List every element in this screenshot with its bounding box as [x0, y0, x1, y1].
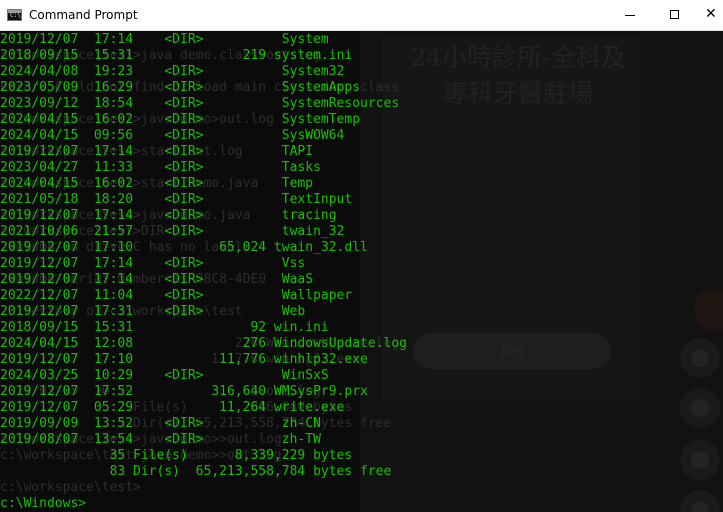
directory-entry: 2019/12/07 17:14 <DIR> tracing: [0, 208, 337, 223]
directory-entry: 2018/09/15 15:31 219 system.ini: [0, 48, 353, 63]
directory-entry: 2021/05/18 18:20 <DIR> TextInput: [0, 192, 353, 207]
directory-entry: 2019/09/09 13:52 <DIR> zh-CN: [0, 416, 321, 431]
directory-entry: 2019/12/07 17:10 65,024 twain_32.dll: [0, 240, 368, 255]
maximize-icon: [670, 10, 679, 19]
directory-entry: 2019/12/07 17:14 <DIR> System: [0, 32, 329, 47]
directory-entry: 2021/10/06 21:57 <DIR> twain_32: [0, 224, 345, 239]
directory-entry: 2023/04/27 11:33 <DIR> Tasks: [0, 160, 321, 175]
directory-entry: 2019/12/07 17:52 316,640 WMSysPr9.prx: [0, 384, 368, 399]
console-output[interactable]: c:\workspace\test>java demo.class>out.lo…: [0, 31, 723, 512]
minimize-button[interactable]: [607, 0, 653, 31]
file-count-summary: 35 File(s) 8,339,229 bytes: [0, 448, 353, 463]
directory-entry: 2024/04/15 16:02 <DIR> Temp: [0, 176, 314, 191]
directory-entry: 2024/04/15 16:02 <DIR> SystemTemp: [0, 112, 361, 127]
directory-entry: 2018/09/15 15:31 92 win.ini: [0, 320, 329, 335]
command-prompt-window: 24小時診所-全科及專科牙醫駐場 預約 C:\ Command Prompt ✕…: [0, 0, 723, 512]
directory-entry: 2024/04/15 12:08 276 WindowsUpdate.log: [0, 336, 407, 351]
directory-entry: 2019/12/07 17:14 <DIR> WaaS: [0, 272, 314, 287]
directory-entry: 2024/03/25 10:29 <DIR> WinSxS: [0, 368, 329, 383]
command-prompt-line[interactable]: c:\Windows>: [0, 496, 86, 512]
console-scrollback-line: c:\workspace\test>: [0, 480, 141, 495]
directory-entry: 2024/04/08 19:23 <DIR> System32: [0, 64, 345, 79]
command-prompt-icon: C:\: [7, 9, 22, 21]
directory-entry: 2022/12/07 11:04 <DIR> Wallpaper: [0, 288, 353, 303]
close-button[interactable]: ✕: [699, 0, 723, 31]
directory-entry: 2019/08/07 13:54 <DIR> zh-TW: [0, 432, 321, 447]
directory-entry: 2019/12/07 05:29 11,264 write.exe: [0, 400, 345, 415]
minimize-icon: [625, 15, 635, 16]
maximize-button[interactable]: [653, 0, 699, 31]
directory-entry: 2023/05/09 16:29 <DIR> SystemApps: [0, 80, 361, 95]
window-title: Command Prompt: [29, 8, 138, 22]
close-icon: ✕: [705, 6, 717, 22]
directory-entry: 2019/12/07 17:31 <DIR> Web: [0, 304, 306, 319]
directory-entry: 2019/12/07 17:10 11,776 winhlp32.exe: [0, 352, 368, 367]
title-bar[interactable]: C:\ Command Prompt ✕: [0, 0, 723, 31]
directory-entry: 2019/12/07 17:14 <DIR> Vss: [0, 256, 306, 271]
directory-entry: 2024/04/15 09:56 <DIR> SysWOW64: [0, 128, 345, 143]
directory-entry: 2019/12/07 17:14 <DIR> TAPI: [0, 144, 314, 159]
directory-entry: 2023/09/12 18:54 <DIR> SystemResources: [0, 96, 400, 111]
dir-count-summary: 83 Dir(s) 65,213,558,784 bytes free: [0, 464, 392, 479]
